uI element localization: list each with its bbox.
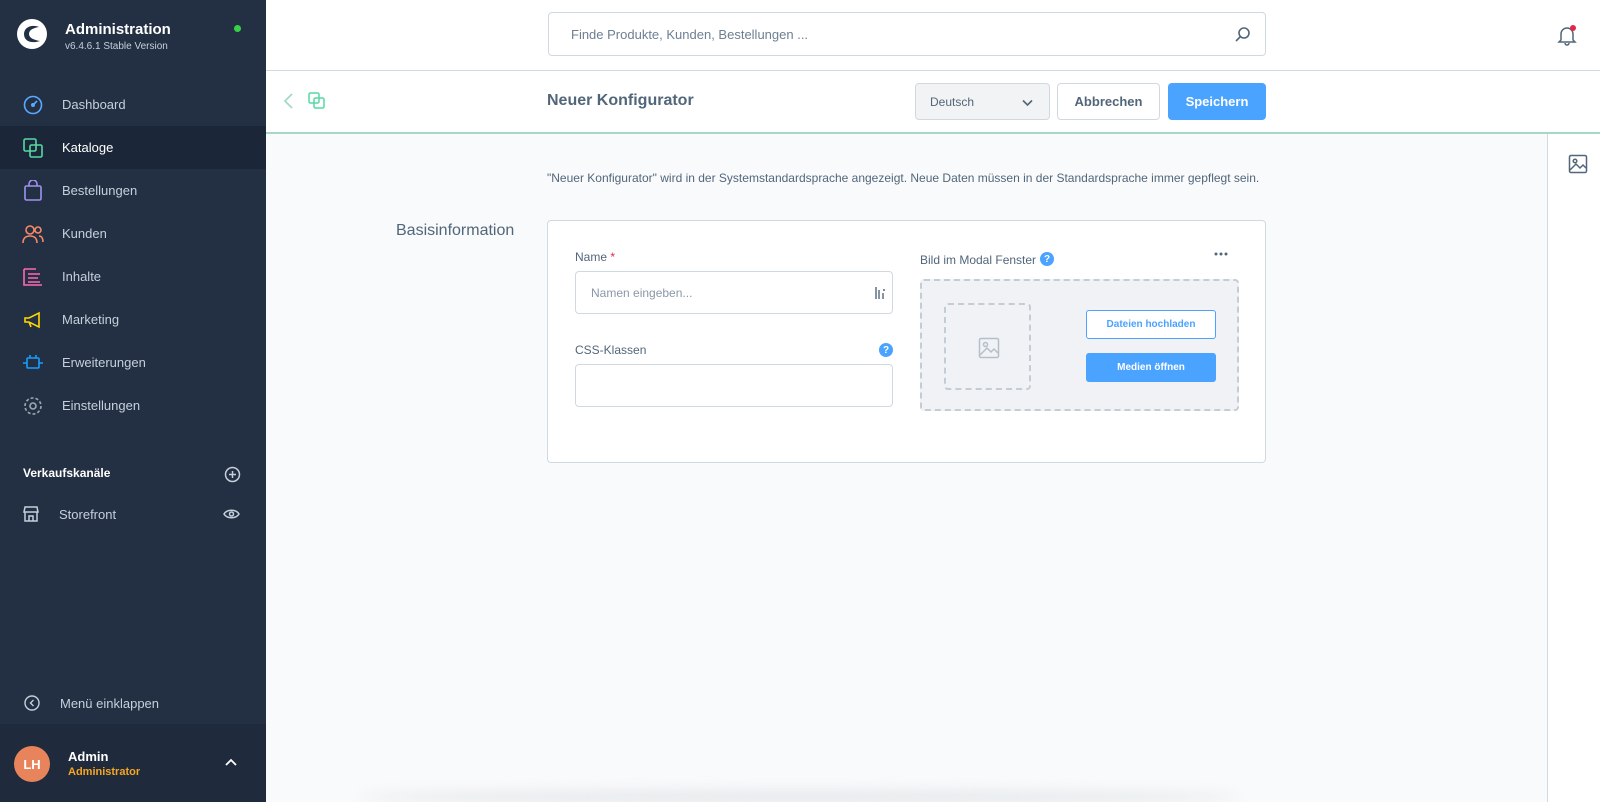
sales-channels-heading: Verkaufskanäle [23, 466, 243, 486]
name-label: Name * [575, 250, 615, 264]
global-search[interactable] [548, 12, 1266, 56]
app-version: v6.4.6.1 Stable Version [65, 41, 168, 52]
language-value: Deutsch [930, 95, 975, 109]
save-button[interactable]: Speichern [1168, 83, 1266, 120]
nav-label-dashboard: Dashboard [62, 97, 126, 112]
chevron-left-circle-icon [24, 695, 40, 711]
image-placeholder [944, 303, 1031, 390]
name-input[interactable] [576, 272, 892, 313]
sales-channels-label: Verkaufskanäle [23, 466, 111, 480]
eye-icon[interactable] [223, 507, 240, 521]
smart-bar: Neuer Konfigurator Deutsch Abbrechen Spe… [266, 71, 1600, 134]
language-notice: "Neuer Konfigurator" wird in der Systems… [547, 171, 1260, 185]
nav-item-orders[interactable]: Bestellungen [0, 169, 266, 212]
notification-bell-icon[interactable] [1556, 24, 1578, 46]
extensions-icon [23, 355, 43, 369]
section-title-basic-info: Basisinformation [396, 222, 515, 239]
cancel-button[interactable]: Abbrechen [1057, 83, 1160, 120]
image-icon[interactable] [1568, 154, 1588, 174]
nav-item-marketing[interactable]: Marketing [0, 298, 266, 341]
open-media-button[interactable]: Medien öffnen [1086, 353, 1216, 382]
page-title: Neuer Konfigurator [547, 92, 694, 109]
upload-files-button[interactable]: Dateien hochladen [1086, 310, 1216, 339]
translation-icon [875, 287, 885, 299]
css-classes-help-icon[interactable]: ? [879, 343, 893, 357]
nav-label-marketing: Marketing [62, 312, 120, 327]
css-classes-field[interactable] [575, 364, 893, 407]
shopware-logo-icon[interactable] [16, 18, 48, 50]
language-select[interactable]: Deutsch [915, 83, 1050, 120]
sidebar: Administration v6.4.6.1 Stable Version D… [0, 0, 266, 802]
nav-label-orders: Bestellungen [62, 183, 138, 198]
chevron-down-icon [1022, 99, 1033, 107]
app-title: Administration [65, 21, 171, 38]
chevron-up-icon[interactable] [225, 757, 237, 767]
nav-label-content: Inhalte [62, 269, 102, 284]
top-bar [266, 0, 1600, 71]
marketing-icon [24, 311, 40, 329]
user-role: Administrator [68, 766, 141, 778]
nav-label-settings: Einstellungen [62, 398, 141, 413]
customers-icon [22, 225, 44, 244]
dashboard-icon [23, 95, 43, 115]
media-upload-dropzone[interactable]: Dateien hochladen Medien öffnen [920, 279, 1239, 411]
nav-item-catalogs[interactable]: Kataloge [0, 126, 266, 169]
nav-label-extensions: Erweiterungen [62, 355, 146, 370]
online-status-dot [234, 25, 241, 32]
avatar: LH [14, 746, 50, 782]
nav-item-customers[interactable]: Kunden [0, 212, 266, 255]
nav-item-extensions[interactable]: Erweiterungen [0, 341, 266, 384]
basic-info-card: Name * CSS-Klassen ? Bild im Modal Fenst… [547, 220, 1266, 463]
storefront-label: Storefront [59, 507, 117, 522]
user-name: Admin [68, 749, 109, 764]
storefront-icon [23, 506, 39, 522]
sidebar-right [1547, 134, 1600, 802]
modal-image-label: Bild im Modal Fenster [920, 253, 1037, 267]
user-bar[interactable]: LH Admin Administrator [0, 724, 266, 802]
main-nav: Dashboard Kataloge Bestellungen Kunden I… [0, 83, 266, 427]
name-field[interactable] [575, 271, 893, 314]
nav-item-settings[interactable]: Einstellungen [0, 384, 266, 427]
nav-item-content[interactable]: Inhalte [0, 255, 266, 298]
bottom-shadow [360, 790, 1240, 802]
add-sales-channel-icon[interactable] [224, 466, 241, 483]
nav-item-dashboard[interactable]: Dashboard [0, 83, 266, 126]
orders-icon [24, 180, 42, 201]
settings-icon [24, 397, 42, 415]
back-arrow-icon[interactable] [282, 92, 296, 110]
more-options-icon[interactable] [1214, 251, 1228, 257]
nav-label-customers: Kunden [62, 226, 107, 241]
catalog-copy-icon[interactable] [308, 92, 325, 109]
name-label-text: Name [575, 250, 608, 264]
css-classes-label: CSS-Klassen [575, 343, 647, 357]
content-icon [23, 268, 42, 286]
css-classes-input[interactable] [576, 365, 892, 406]
required-marker: * [610, 250, 616, 264]
collapse-menu[interactable]: Menü einklappen [0, 690, 266, 714]
nav-label-catalogs: Kataloge [62, 140, 114, 155]
search-icon[interactable] [1234, 26, 1251, 43]
search-input[interactable] [549, 13, 1209, 55]
sales-channel-storefront[interactable]: Storefront [0, 503, 266, 527]
modal-image-help-icon[interactable]: ? [1040, 252, 1054, 266]
catalog-icon [23, 138, 43, 158]
brand: Administration v6.4.6.1 Stable Version [16, 18, 256, 58]
collapse-menu-label: Menü einklappen [60, 696, 160, 711]
image-placeholder-icon [978, 337, 1000, 359]
